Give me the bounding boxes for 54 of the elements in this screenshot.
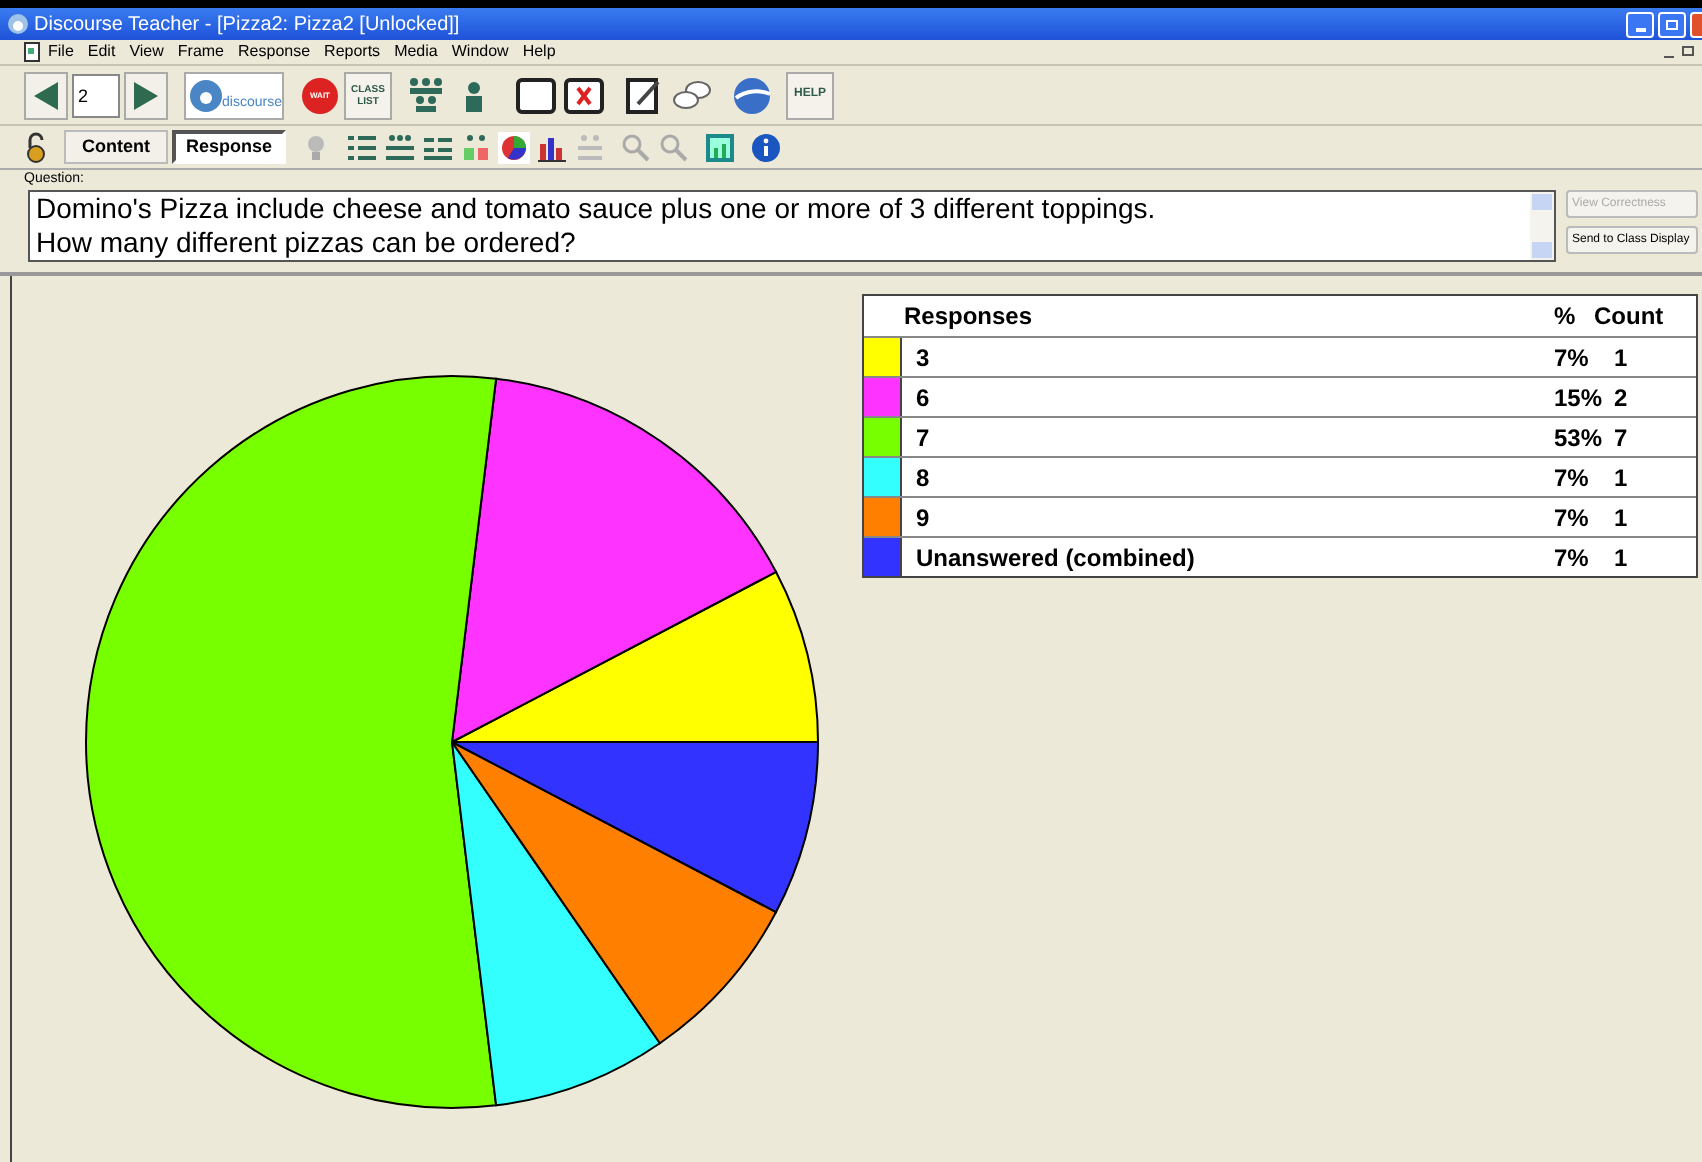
column-header: % <box>1554 300 1578 334</box>
table-cell-text: 53% <box>1554 421 1602 455</box>
table-cell-text: 7% <box>1554 501 1591 535</box>
view-tab[interactable]: Content <box>64 130 168 164</box>
frame-number-field[interactable]: 2 <box>72 73 120 117</box>
table-cell-text: 3 <box>916 341 932 375</box>
table-cell-text: 1 <box>1614 501 1628 535</box>
menu-item[interactable]: Edit <box>87 40 116 64</box>
minimize-button[interactable] <box>1626 11 1654 37</box>
document-icon <box>24 42 40 62</box>
chart-window-icon[interactable] <box>704 131 737 163</box>
table-cell-text: 9 <box>916 501 932 535</box>
back-button[interactable] <box>24 71 68 119</box>
group-grid-icon[interactable] <box>460 131 493 163</box>
menu-item[interactable]: Frame <box>177 40 225 64</box>
menu-item[interactable]: View <box>129 40 164 64</box>
menu-item[interactable]: Reports <box>324 40 381 64</box>
table-cell-text: 7% <box>1554 541 1591 575</box>
table-cell-text: 7 <box>1614 421 1628 455</box>
scrollbar[interactable] <box>1530 192 1554 260</box>
globe-icon[interactable] <box>730 73 774 117</box>
question-field[interactable]: Domino's Pizza include cheese and tomato sauce plus one or more of 3 different toppings. How many different pizzas can be ordered? <box>28 190 1556 262</box>
menu-item[interactable]: Media <box>394 40 438 64</box>
close-screen-icon[interactable] <box>562 73 606 117</box>
info-icon[interactable] <box>750 131 783 163</box>
list-icon[interactable] <box>346 131 379 163</box>
restore-button[interactable] <box>1658 11 1686 37</box>
table-cell-text: 15% <box>1554 381 1602 415</box>
table-cell-text: 2 <box>1614 381 1628 415</box>
menu-item[interactable]: Window <box>451 40 509 64</box>
table-cell-text: 6 <box>916 381 932 415</box>
table-cell-text: 8 <box>916 461 932 495</box>
blank-screen-icon[interactable] <box>514 73 558 117</box>
menu-item[interactable]: Response <box>238 40 311 64</box>
window-title: Discourse Teacher - [Pizza2: Pizza2 [Unlocked]] <box>34 11 460 39</box>
column-header: Count <box>1594 300 1664 334</box>
table-cell-text: 7% <box>1554 341 1591 375</box>
table-cell-text: Unanswered (combined) <box>916 541 1197 575</box>
restore-icon[interactable] <box>1682 46 1694 56</box>
column-header: Responses <box>904 300 1035 334</box>
forward-button[interactable] <box>124 71 168 119</box>
menu-item[interactable]: Help <box>522 40 556 64</box>
pie-chart-icon[interactable] <box>498 131 531 163</box>
table-cell-text: 7 <box>916 421 932 455</box>
app-icon <box>8 14 28 34</box>
back-icon <box>34 81 58 109</box>
menu-item[interactable]: File <box>48 40 74 64</box>
table-cell-text: 1 <box>1614 541 1628 575</box>
table-cell-text: 7% <box>1554 461 1591 495</box>
forward-icon <box>134 81 158 109</box>
table-cell-text: 1 <box>1614 461 1628 495</box>
view-tab[interactable]: Response <box>172 130 287 164</box>
people-list-icon[interactable] <box>384 131 417 163</box>
table-cell-text: 1 <box>1614 341 1628 375</box>
